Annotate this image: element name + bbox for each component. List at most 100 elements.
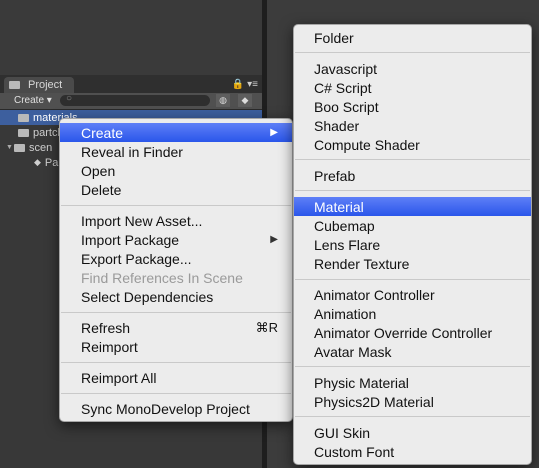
menu-item-label: Cubemap — [314, 217, 375, 234]
lock-icon[interactable]: 🔒 — [232, 79, 244, 90]
tab-menu-icons[interactable]: 🔒 ▾≡ — [232, 79, 258, 90]
submenu-item-physic-material[interactable]: Physic Material — [294, 373, 531, 392]
menu-item-label: Reveal in Finder — [81, 143, 183, 160]
submenu-item-prefab[interactable]: Prefab — [294, 166, 531, 185]
menu-item-import-new-asset[interactable]: Import New Asset... — [60, 211, 292, 230]
folder-icon — [9, 81, 20, 89]
menu-separator — [295, 279, 530, 280]
menu-separator — [295, 190, 530, 191]
tree-item-label: Pa — [44, 156, 59, 169]
submenu-item-javascript[interactable]: Javascript — [294, 59, 531, 78]
menu-item-label: Select Dependencies — [81, 288, 214, 305]
menu-item-label: Lens Flare — [314, 236, 381, 253]
menu-separator — [61, 205, 291, 206]
filter-by-label-icon[interactable]: ◆ — [238, 94, 252, 107]
tree-item-label: scen — [29, 141, 53, 154]
menu-item-select-dependencies[interactable]: Select Dependencies — [60, 287, 292, 306]
submenu-item-animator-controller[interactable]: Animator Controller — [294, 285, 531, 304]
menu-item-refresh[interactable]: Refresh ⌘R — [60, 318, 292, 337]
menu-item-label: Delete — [81, 181, 122, 198]
menu-item-sync-monodevelop[interactable]: Sync MonoDevelop Project — [60, 399, 292, 418]
submenu-item-lens-flare[interactable]: Lens Flare — [294, 235, 531, 254]
submenu-item-animation[interactable]: Animation — [294, 304, 531, 323]
menu-item-shortcut: ⌘R — [255, 319, 278, 335]
menu-item-label: GUI Skin — [314, 424, 371, 441]
tree-item-label: partcl — [33, 126, 60, 139]
expand-arrow-icon[interactable]: ▼ — [6, 144, 14, 151]
folder-icon — [18, 128, 29, 137]
menu-item-label: C# Script — [314, 79, 372, 96]
menu-item-delete[interactable]: Delete — [60, 180, 292, 199]
submenu-item-gui-skin[interactable]: GUI Skin — [294, 423, 531, 442]
menu-item-find-references: Find References In Scene — [60, 268, 292, 287]
submenu-arrow-icon: ▶ — [270, 234, 278, 245]
submenu-item-folder[interactable]: Folder — [294, 28, 531, 47]
submenu-arrow-icon: ▶ — [270, 127, 278, 138]
tab-label: Project — [28, 79, 63, 91]
menu-item-label: Animation — [314, 305, 377, 322]
menu-item-label: Render Texture — [314, 255, 410, 272]
menu-item-label: Avatar Mask — [314, 343, 392, 360]
menu-item-reimport[interactable]: Reimport — [60, 337, 292, 356]
menu-item-label: Export Package... — [81, 250, 192, 267]
menu-item-label: Javascript — [314, 60, 378, 77]
menu-item-label: Reimport — [81, 338, 138, 355]
menu-item-import-package[interactable]: Import Package ▶ — [60, 230, 292, 249]
context-menu: Create ▶ Reveal in Finder Open Delete Im… — [59, 118, 293, 422]
unity-scene-icon: ◆ — [34, 157, 41, 167]
search-input[interactable]: ○ — [60, 93, 210, 106]
submenu-item-shader[interactable]: Shader — [294, 116, 531, 135]
menu-item-label: Animator Controller — [314, 286, 435, 303]
menu-separator — [295, 366, 530, 367]
filter-by-type-icon[interactable]: ◍ — [216, 94, 230, 107]
submenu-item-material[interactable]: Material — [294, 197, 531, 216]
menu-item-label: Reimport All — [81, 369, 157, 386]
menu-separator — [61, 393, 291, 394]
menu-item-open[interactable]: Open — [60, 161, 292, 180]
submenu-item-render-texture[interactable]: Render Texture — [294, 254, 531, 273]
menu-item-reimport-all[interactable]: Reimport All — [60, 368, 292, 387]
menu-item-create[interactable]: Create ▶ — [60, 123, 292, 142]
submenu-item-csharp-script[interactable]: C# Script — [294, 78, 531, 97]
menu-separator — [295, 52, 530, 53]
submenu-item-boo-script[interactable]: Boo Script — [294, 97, 531, 116]
submenu-item-cubemap[interactable]: Cubemap — [294, 216, 531, 235]
menu-item-label: Import Package — [81, 231, 180, 248]
menu-item-label: Material — [314, 198, 364, 215]
menu-separator — [295, 416, 530, 417]
menu-item-export-package[interactable]: Export Package... — [60, 249, 292, 268]
folder-icon — [18, 113, 29, 122]
menu-item-label: Import New Asset... — [81, 212, 203, 229]
submenu-item-physics2d-material[interactable]: Physics2D Material — [294, 392, 531, 411]
search-icon: ○ — [66, 93, 73, 104]
menu-item-label: Create — [81, 124, 124, 141]
create-submenu: Folder Javascript C# Script Boo Script S… — [293, 24, 532, 465]
menu-separator — [295, 159, 530, 160]
menu-item-label: Animator Override Controller — [314, 324, 493, 341]
menu-item-label: Refresh — [81, 319, 131, 336]
menu-separator — [61, 312, 291, 313]
menu-item-label: Custom Font — [314, 443, 395, 460]
project-tabbar: Project 🔒 ▾≡ — [0, 75, 262, 93]
submenu-item-custom-font[interactable]: Custom Font — [294, 442, 531, 461]
menu-item-reveal-in-finder[interactable]: Reveal in Finder — [60, 142, 292, 161]
menu-item-label: Shader — [314, 117, 360, 134]
menu-item-label: Sync MonoDevelop Project — [81, 400, 250, 417]
menu-item-label: Find References In Scene — [81, 269, 243, 286]
panel-menu-icon[interactable]: ▾≡ — [247, 79, 258, 90]
tab-project[interactable]: Project — [4, 77, 74, 93]
submenu-item-compute-shader[interactable]: Compute Shader — [294, 135, 531, 154]
menu-item-label: Boo Script — [314, 98, 379, 115]
menu-item-label: Prefab — [314, 167, 356, 184]
menu-item-label: Folder — [314, 29, 354, 46]
create-dropdown-button[interactable]: Create ▾ — [14, 95, 52, 106]
menu-item-label: Compute Shader — [314, 136, 420, 153]
menu-item-label: Physic Material — [314, 374, 409, 391]
menu-item-label: Physics2D Material — [314, 393, 434, 410]
menu-item-label: Open — [81, 162, 116, 179]
submenu-item-avatar-mask[interactable]: Avatar Mask — [294, 342, 531, 361]
folder-icon — [14, 143, 25, 152]
menu-separator — [61, 362, 291, 363]
project-toolbar: Create ▾ ○ ◍ ◆ — [0, 93, 262, 110]
submenu-item-animator-override-controller[interactable]: Animator Override Controller — [294, 323, 531, 342]
